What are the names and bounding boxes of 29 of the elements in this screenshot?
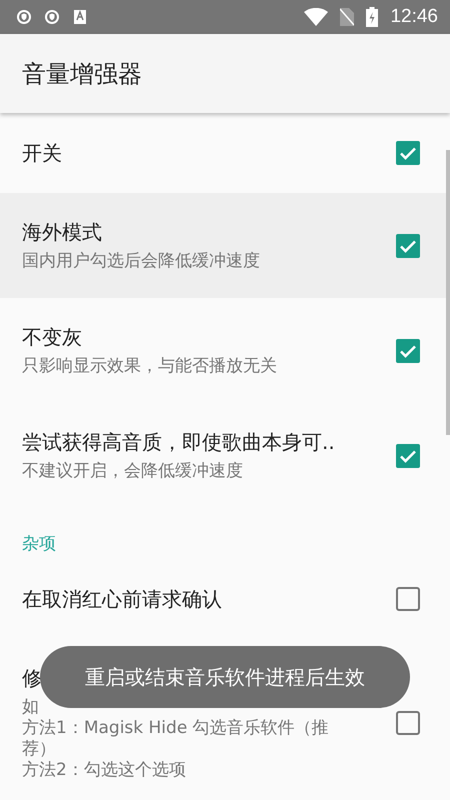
toast: 重启或结束音乐软件进程后生效 [40,646,410,708]
checkbox[interactable] [396,711,420,735]
clock: 12:46 [390,6,438,28]
shield-icon [44,9,60,25]
preference-title: 不变灰 [22,324,82,350]
wifi-icon [304,8,328,26]
app-title: 音量增强器 [22,58,142,90]
preference-summary: 如 [22,697,39,718]
preference-title: 在取消红心前请求确认 [22,586,222,612]
preference-summary: 方法1：Magisk Hide 勾选音乐软件（推荐） [22,718,330,760]
checkbox[interactable] [396,234,420,258]
checkbox[interactable] [396,444,420,468]
preference-title: 海外模式 [22,219,102,245]
checkbox[interactable] [396,587,420,611]
preference-summary: 只影响显示效果，与能否播放无关 [22,356,277,377]
shield-icon [16,9,32,25]
battery-charging-icon [366,7,378,27]
preference-summary: 不建议开启，会降低缓冲速度 [22,461,243,482]
preference-title: 尝试获得高音质，即使歌曲本身可.. [22,429,335,455]
preference-summary: 国内用户勾选后会降低缓冲速度 [22,251,260,272]
preference-title: 开关 [22,140,62,166]
checkbox[interactable] [396,338,420,362]
no-sim-icon [340,8,354,26]
scrollbar[interactable] [446,150,450,435]
preference-title: 修 [22,665,42,691]
category-header: 杂项 [21,533,57,556]
preference-summary: 方法2：勾选这个选项 [22,760,186,781]
checkbox[interactable] [396,141,420,165]
font-icon [72,9,88,25]
